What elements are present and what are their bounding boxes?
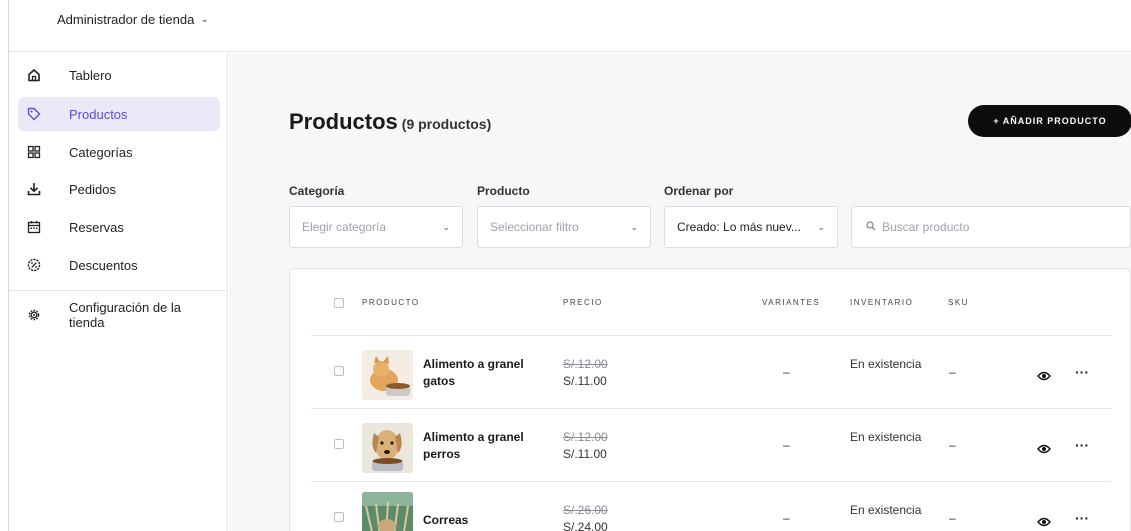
inventory-status: En existencia (850, 357, 922, 371)
original-price: S/.26.00 (563, 503, 608, 517)
product-filter-label: Producto (477, 184, 530, 198)
add-product-button[interactable]: + AÑADIR PRODUCTO (968, 105, 1131, 137)
sku-value: – (949, 438, 956, 452)
category-select-placeholder: Elegir categoría (302, 220, 387, 234)
view-icon[interactable] (1037, 514, 1051, 531)
search-icon (866, 220, 876, 234)
chevron-down-icon: ⌄ (442, 221, 450, 232)
table-row[interactable]: Correas S/.26.00 S/.24.00 – En existenci… (311, 482, 1111, 531)
sidebar-item-label: Categorías (69, 144, 133, 160)
product-name[interactable]: Alimento a granel gatos (423, 356, 533, 390)
product-thumbnail-dog-food (362, 423, 413, 473)
inventory-status: En existencia (850, 503, 922, 517)
search-input[interactable]: Buscar producto (851, 206, 1131, 248)
row-checkbox[interactable] (334, 366, 344, 376)
table-row[interactable]: Alimento a granel perros S/.12.00 S/.11.… (311, 409, 1111, 482)
sidebar-item-label: Pedidos (69, 181, 116, 197)
chevron-down-icon: ⌄ (817, 221, 825, 232)
more-options-icon[interactable]: ··· (1075, 364, 1089, 380)
column-header-inventory: INVENTARIO (850, 298, 914, 307)
product-price: S/.26.00 S/.24.00 (563, 502, 608, 531)
column-header-product: PRODUCTO (362, 298, 420, 307)
category-select[interactable]: Elegir categoría ⌄ (289, 206, 463, 248)
sale-price: S/.11.00 (563, 447, 607, 461)
calendar-icon (26, 219, 42, 235)
top-bar: Administrador de tienda ⌄ (9, 0, 1131, 52)
sidebar-item-tablero[interactable]: Tablero (18, 58, 220, 92)
sku-value: – (949, 365, 956, 379)
page-title: Productos (9 productos) (289, 109, 491, 135)
store-switcher[interactable]: Administrador de tienda ⌄ (57, 12, 209, 27)
sort-label: Ordenar por (664, 184, 734, 198)
tag-icon (26, 106, 42, 122)
sort-select-value: Creado: Lo más nuev... (677, 220, 801, 234)
more-options-icon[interactable]: ··· (1075, 437, 1089, 453)
search-placeholder: Buscar producto (882, 220, 970, 234)
chevron-down-icon: ⌄ (200, 14, 209, 25)
sidebar-item-label: Reservas (69, 219, 124, 235)
sidebar-item-label: Tablero (69, 67, 112, 83)
row-checkbox[interactable] (334, 439, 344, 449)
product-price: S/.12.00 S/.11.00 (563, 429, 608, 463)
variants-value: – (783, 365, 790, 379)
chevron-down-icon: ⌄ (630, 221, 638, 232)
sidebar-item-pedidos[interactable]: Pedidos (18, 172, 220, 206)
sidebar: Tablero Productos Categorías Pedidos Res… (9, 53, 228, 531)
variants-value: – (783, 438, 790, 452)
sidebar-item-label: Descuentos (69, 257, 138, 273)
row-checkbox[interactable] (334, 512, 344, 522)
page-title-text: Productos (289, 109, 398, 134)
sidebar-item-label: Productos (69, 106, 128, 122)
sale-price: S/.11.00 (563, 374, 607, 388)
select-all-checkbox[interactable] (334, 298, 344, 308)
sidebar-item-configuracion[interactable]: Configuración de la tienda (18, 298, 220, 332)
view-icon[interactable] (1037, 441, 1051, 459)
view-icon[interactable] (1037, 368, 1051, 386)
download-icon (26, 181, 42, 197)
column-header-variants: VARIANTES (762, 298, 821, 307)
product-name[interactable]: Correas (423, 512, 533, 529)
more-options-icon[interactable]: ··· (1075, 510, 1089, 526)
sidebar-item-label: Configuración de la tienda (69, 300, 182, 330)
sidebar-divider (9, 290, 227, 291)
store-switcher-label: Administrador de tienda (57, 12, 195, 27)
original-price: S/.12.00 (563, 357, 608, 371)
discount-icon (26, 257, 42, 273)
category-filter-label: Categoría (289, 184, 345, 198)
product-thumbnail-cat-food (362, 350, 413, 400)
home-icon (26, 67, 42, 83)
product-name[interactable]: Alimento a granel perros (423, 429, 533, 463)
main-content: Productos (9 productos) + AÑADIR PRODUCTO… (229, 53, 1131, 531)
sidebar-item-reservas[interactable]: Reservas (18, 210, 220, 244)
grid-icon (26, 144, 42, 160)
sidebar-item-productos[interactable]: Productos (18, 97, 220, 131)
column-header-price: PRECIO (563, 298, 603, 307)
table-row[interactable]: Alimento a granel gatos S/.12.00 S/.11.0… (311, 336, 1111, 409)
sort-select[interactable]: Creado: Lo más nuev... ⌄ (664, 206, 838, 248)
products-table: PRODUCTO PRECIO VARIANTES INVENTARIO SKU… (289, 268, 1131, 531)
sidebar-item-categorias[interactable]: Categorías (18, 135, 220, 169)
sale-price: S/.24.00 (563, 520, 608, 531)
product-filter-placeholder: Seleccionar filtro (490, 220, 579, 234)
variants-value: – (783, 511, 790, 525)
product-filter-select[interactable]: Seleccionar filtro ⌄ (477, 206, 651, 248)
sku-value: – (949, 511, 956, 525)
sidebar-item-descuentos[interactable]: Descuentos (18, 248, 220, 282)
original-price: S/.12.00 (563, 430, 608, 444)
product-thumbnail-leashes (362, 492, 413, 531)
inventory-status: En existencia (850, 430, 922, 444)
gear-icon (26, 307, 42, 323)
product-count: (9 productos) (401, 116, 492, 132)
column-header-sku: SKU (948, 298, 969, 307)
product-price: S/.12.00 S/.11.00 (563, 356, 608, 390)
